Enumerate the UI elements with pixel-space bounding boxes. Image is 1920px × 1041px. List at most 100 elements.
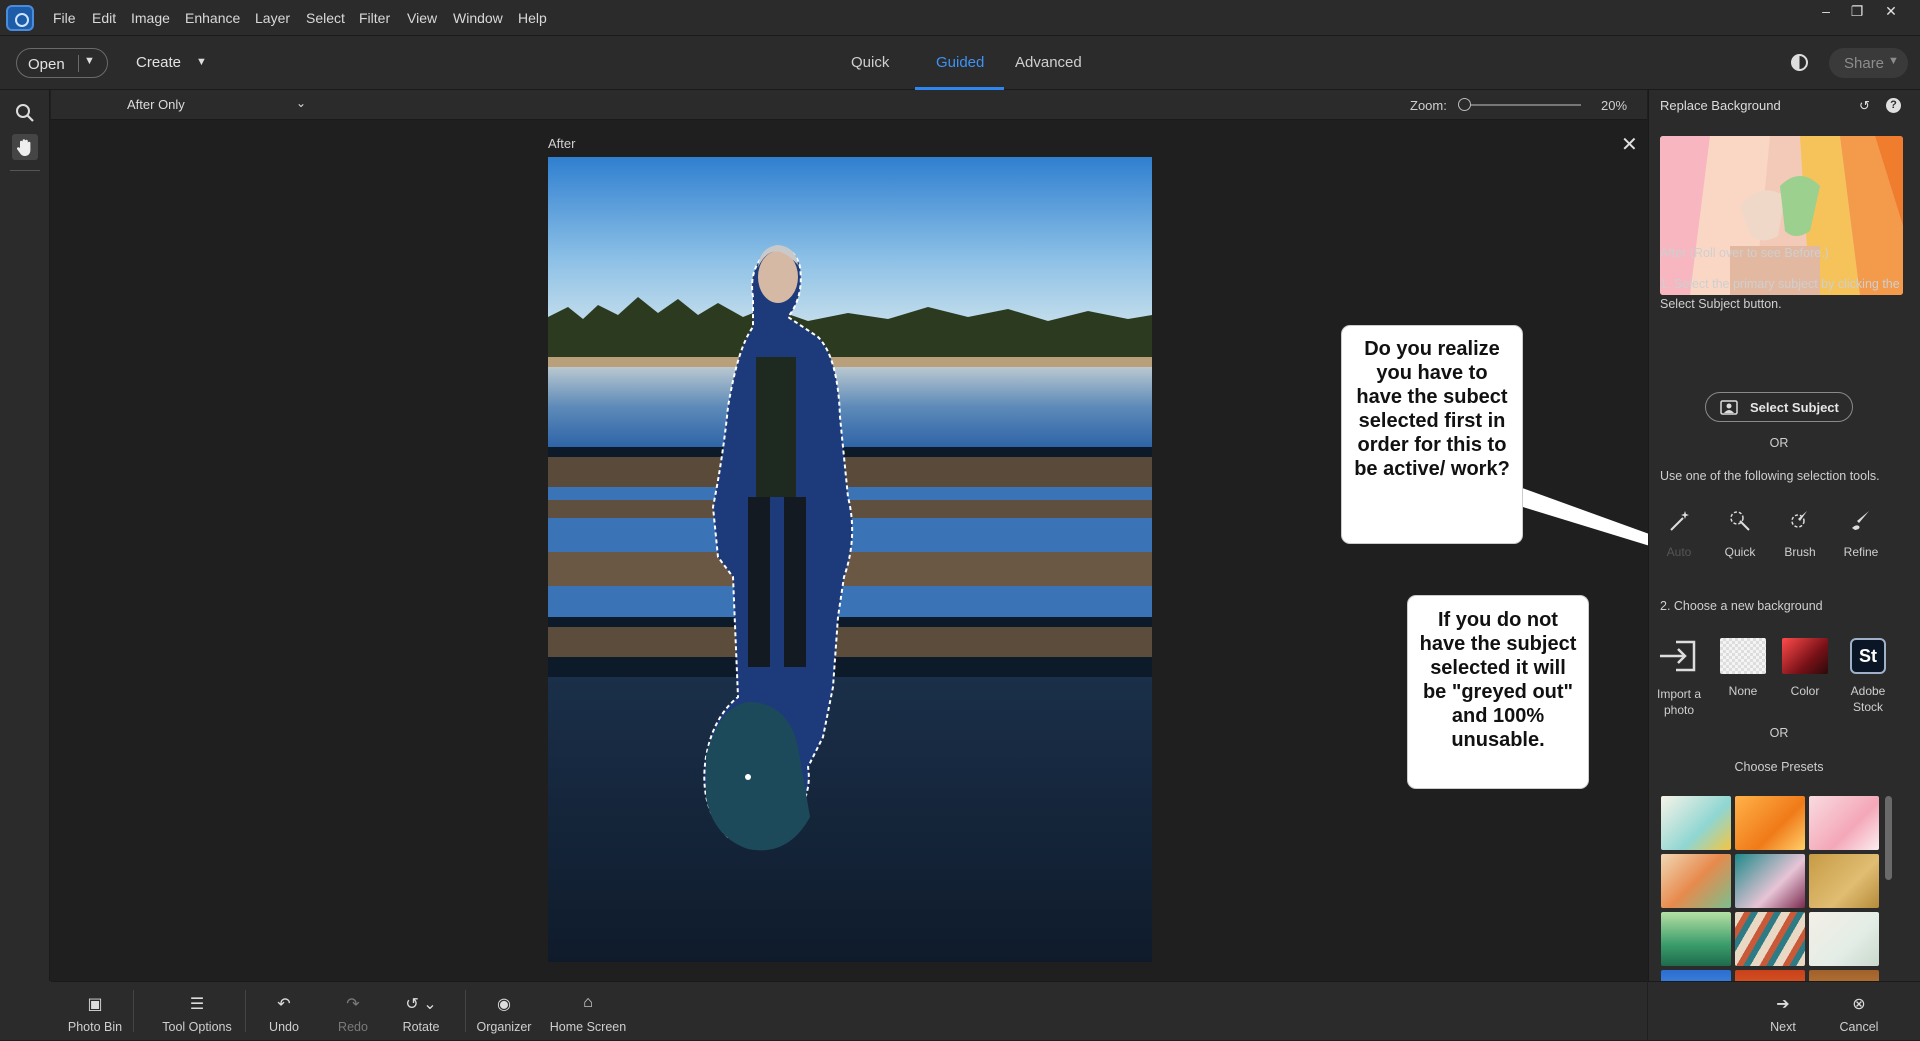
undo-button[interactable]: ↶ Undo bbox=[258, 982, 310, 1041]
color-swatch bbox=[1782, 638, 1828, 674]
preset-thumbnail[interactable] bbox=[1809, 796, 1879, 850]
auto-selection-tool[interactable]: Auto bbox=[1651, 508, 1707, 559]
open-label: Open bbox=[28, 56, 65, 73]
preset-thumbnail[interactable] bbox=[1661, 796, 1731, 850]
step-1-text: 1. Select the primary subject by clickin… bbox=[1660, 277, 1900, 311]
organizer-icon: ◉ bbox=[497, 996, 511, 1013]
transparent-swatch bbox=[1720, 638, 1766, 674]
preset-thumbnail[interactable] bbox=[1735, 796, 1805, 850]
photo-bin-icon: ▣ bbox=[87, 996, 103, 1013]
quick-selection-tool[interactable]: Quick bbox=[1712, 508, 1768, 559]
menu-bar: File Edit Image Enhance Layer Select Fil… bbox=[0, 0, 1920, 36]
menu-layer[interactable]: Layer bbox=[255, 10, 290, 26]
cancel-icon: ⊗ bbox=[1852, 996, 1866, 1013]
replace-background-panel: Replace Background ↺ ? After (Roll over … bbox=[1648, 90, 1920, 1040]
preset-thumbnail[interactable] bbox=[1735, 912, 1805, 966]
menu-filter[interactable]: Filter bbox=[359, 10, 390, 26]
bottom-bar-corner bbox=[0, 981, 51, 1040]
preset-thumbnail[interactable] bbox=[1735, 854, 1805, 908]
tool-options-button[interactable]: ☰ Tool Options bbox=[152, 982, 242, 1041]
preset-thumbnail[interactable] bbox=[1661, 854, 1731, 908]
home-icon: ⌂ bbox=[583, 994, 593, 1011]
import-photo-option[interactable]: Import a photo bbox=[1647, 638, 1711, 718]
zoom-tool-search-icon[interactable] bbox=[12, 100, 38, 126]
cancel-button[interactable]: ⊗ Cancel bbox=[1831, 982, 1887, 1041]
menu-edit[interactable]: Edit bbox=[92, 10, 116, 26]
tab-quick[interactable]: Quick bbox=[851, 54, 889, 71]
brush-tool-label: Brush bbox=[1784, 545, 1816, 559]
redo-button[interactable]: ↷ Redo bbox=[327, 982, 379, 1041]
photo-bin-button[interactable]: ▣ Photo Bin bbox=[57, 982, 133, 1041]
rotate-icon: ↺ ⌄ bbox=[405, 996, 437, 1013]
undo-icon: ↶ bbox=[277, 996, 291, 1013]
menu-select[interactable]: Select bbox=[306, 10, 345, 26]
or-separator-1: OR bbox=[1769, 436, 1789, 450]
preset-thumbnail[interactable] bbox=[1809, 912, 1879, 966]
zoom-slider-track[interactable] bbox=[1463, 104, 1581, 106]
help-icon[interactable]: ? bbox=[1886, 98, 1901, 113]
portrait-icon bbox=[1720, 400, 1738, 415]
tools-intro-text: Use one of the following selection tools… bbox=[1660, 469, 1880, 483]
select-subject-button[interactable]: Select Subject bbox=[1705, 392, 1853, 422]
tab-advanced[interactable]: Advanced bbox=[1015, 54, 1082, 71]
view-mode-select[interactable]: After Only bbox=[127, 97, 185, 112]
hand-tool-icon[interactable] bbox=[12, 134, 38, 160]
home-screen-button[interactable]: ⌂ Home Screen bbox=[546, 982, 630, 1041]
color-label: Color bbox=[1790, 684, 1820, 698]
share-button[interactable]: Share ▼ bbox=[1829, 48, 1908, 78]
create-dropdown-icon[interactable]: ▼ bbox=[196, 56, 207, 68]
after-label: After bbox=[548, 136, 576, 151]
step-2-text: 2. Choose a new background bbox=[1660, 599, 1823, 613]
rotate-button[interactable]: ↺ ⌄ Rotate bbox=[391, 982, 451, 1041]
open-button[interactable]: Open ▼ bbox=[16, 48, 108, 78]
chevron-down-icon[interactable]: ⌄ bbox=[296, 96, 306, 110]
next-button[interactable]: ➔ Next bbox=[1758, 982, 1808, 1041]
menu-help[interactable]: Help bbox=[518, 10, 547, 26]
zoom-slider-thumb[interactable] bbox=[1458, 98, 1471, 111]
minimize-icon[interactable]: – bbox=[1815, 3, 1837, 19]
brush-selection-tool[interactable]: Brush bbox=[1772, 508, 1828, 559]
open-dropdown-icon[interactable]: ▼ bbox=[84, 55, 95, 67]
bottom-divider bbox=[245, 990, 246, 1032]
create-button[interactable]: Create bbox=[136, 54, 181, 71]
reset-icon[interactable]: ↺ bbox=[1859, 98, 1873, 113]
preset-thumbnail[interactable] bbox=[1809, 854, 1879, 908]
restore-icon[interactable]: ❐ bbox=[1846, 3, 1868, 19]
menu-image[interactable]: Image bbox=[131, 10, 170, 26]
brush-icon bbox=[1791, 511, 1807, 528]
magic-wand-icon bbox=[1670, 511, 1689, 531]
zoom-value: 20% bbox=[1601, 98, 1628, 113]
presets-scrollbar[interactable] bbox=[1885, 796, 1892, 880]
tab-guided[interactable]: Guided bbox=[936, 54, 984, 71]
organizer-button[interactable]: ◉ Organizer bbox=[473, 982, 535, 1041]
menu-view[interactable]: View bbox=[407, 10, 437, 26]
preset-thumbnail[interactable] bbox=[1661, 912, 1731, 966]
none-option[interactable]: None bbox=[1711, 638, 1775, 699]
photo-image[interactable] bbox=[548, 157, 1152, 962]
or-separator-2: OR bbox=[1769, 726, 1789, 740]
image-canvas: After ✕ bbox=[51, 121, 1647, 981]
bottom-divider bbox=[465, 990, 466, 1032]
theme-toggle-icon[interactable] bbox=[1791, 54, 1808, 71]
refine-brush-icon bbox=[1852, 511, 1869, 530]
menu-enhance[interactable]: Enhance bbox=[185, 10, 240, 26]
color-option[interactable]: Color bbox=[1773, 638, 1837, 699]
bottom-divider bbox=[133, 990, 134, 1032]
presets-label: Choose Presets bbox=[1734, 760, 1824, 774]
select-subject-label: Select Subject bbox=[1750, 400, 1839, 415]
rotate-label: Rotate bbox=[402, 1020, 440, 1034]
redo-label: Redo bbox=[338, 1020, 368, 1034]
annotation-callout-2: If you do not have the subject selected … bbox=[1408, 596, 1588, 788]
refine-tool-label: Refine bbox=[1843, 545, 1879, 559]
adobe-stock-label: Adobe Stock bbox=[1850, 684, 1886, 714]
close-icon[interactable]: ✕ bbox=[1621, 132, 1638, 157]
adobe-stock-option[interactable]: St Adobe Stock bbox=[1836, 638, 1900, 715]
refine-selection-tool[interactable]: Refine bbox=[1833, 508, 1889, 559]
preview-image[interactable] bbox=[1660, 136, 1903, 295]
menu-window[interactable]: Window bbox=[453, 10, 503, 26]
app-logo-icon bbox=[6, 5, 34, 31]
menu-file[interactable]: File bbox=[53, 10, 76, 26]
preview-caption: After (Roll over to see Before.) bbox=[1660, 246, 1829, 260]
quick-select-icon bbox=[1730, 511, 1750, 531]
window-close-icon[interactable]: ✕ bbox=[1880, 3, 1902, 19]
